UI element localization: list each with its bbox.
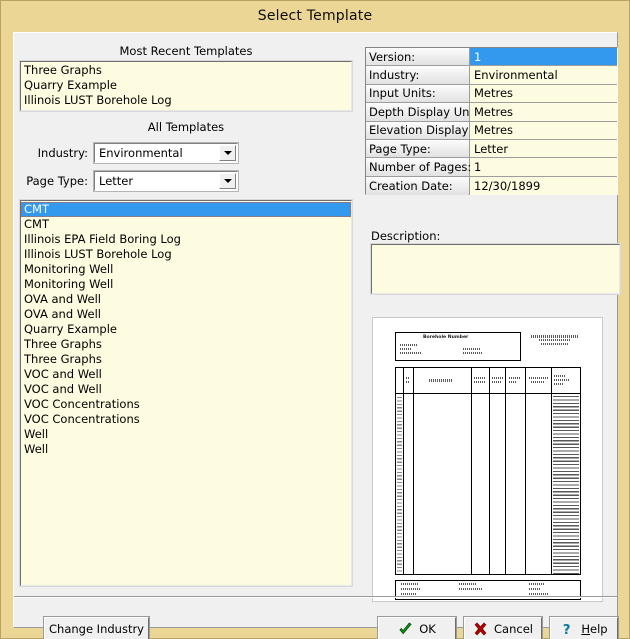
chevron-down-icon[interactable] bbox=[219, 173, 236, 189]
window-title: Select Template bbox=[258, 8, 373, 24]
property-row[interactable]: Depth Display Units:Metres bbox=[366, 103, 617, 121]
property-name: Version: bbox=[366, 48, 470, 66]
page-type-label: Page Type: bbox=[20, 174, 94, 188]
list-item[interactable]: Three Graphs bbox=[23, 63, 351, 78]
description-textarea[interactable] bbox=[371, 244, 620, 294]
property-name: Number of Pages: bbox=[366, 158, 470, 176]
page-type-selected-value: Letter bbox=[95, 174, 219, 188]
property-name: Elevation Display Units: bbox=[366, 122, 470, 140]
list-item[interactable]: Monitoring Well bbox=[21, 277, 351, 292]
property-value[interactable]: Environmental bbox=[470, 66, 617, 84]
help-button[interactable]: ? Help bbox=[550, 617, 618, 639]
templates-list[interactable]: CMTCMTIllinois EPA Field Boring LogIllin… bbox=[20, 200, 352, 586]
list-item[interactable]: CMT bbox=[21, 202, 351, 217]
most-recent-templates-list[interactable]: Three Graphs Quarry Example Illinois LUS… bbox=[20, 61, 352, 111]
property-row[interactable]: Version:1 bbox=[366, 48, 617, 66]
list-item[interactable]: Well bbox=[21, 427, 351, 442]
list-item[interactable]: Illinois LUST Borehole Log bbox=[21, 247, 351, 262]
template-preview: Borehole Number bbox=[372, 317, 603, 602]
change-industry-button[interactable]: Change Industry bbox=[44, 617, 149, 639]
cancel-button[interactable]: Cancel bbox=[464, 617, 542, 639]
list-item[interactable]: Illinois EPA Field Boring Log bbox=[21, 232, 351, 247]
title-bar: Select Template bbox=[1, 1, 629, 31]
change-industry-label: Change Industry bbox=[49, 622, 144, 636]
list-item[interactable]: Quarry Example bbox=[21, 322, 351, 337]
property-name: Creation Date: bbox=[366, 177, 470, 195]
list-item[interactable]: OVA and Well bbox=[21, 307, 351, 322]
property-row[interactable]: Industry:Environmental bbox=[366, 66, 617, 84]
page-type-filter-row: Page Type: Letter bbox=[20, 171, 238, 191]
property-row[interactable]: Number of Pages:1 bbox=[366, 158, 617, 176]
property-row[interactable]: Elevation Display Units:Metres bbox=[366, 122, 617, 140]
industry-selected-value: Environmental bbox=[95, 146, 219, 160]
list-item[interactable]: Three Graphs bbox=[21, 337, 351, 352]
divider bbox=[14, 596, 617, 598]
property-value[interactable]: Metres bbox=[470, 103, 617, 121]
industry-select[interactable]: Environmental bbox=[94, 143, 238, 163]
dialog-body: Most Recent Templates Three Graphs Quarr… bbox=[13, 32, 618, 628]
dialog-window: Select Template Most Recent Templates Th… bbox=[0, 0, 630, 639]
description-label: Description: bbox=[371, 229, 440, 243]
help-rest: elp bbox=[590, 622, 608, 636]
property-name: Industry: bbox=[366, 66, 470, 84]
cancel-label: Cancel bbox=[494, 622, 533, 636]
list-item[interactable]: Three Graphs bbox=[21, 352, 351, 367]
list-item[interactable]: VOC and Well bbox=[21, 382, 351, 397]
property-row[interactable]: Page Type:Letter bbox=[366, 140, 617, 158]
preview-page: Borehole Number bbox=[381, 323, 596, 598]
list-item[interactable]: CMT bbox=[21, 217, 351, 232]
property-name: Page Type: bbox=[366, 140, 470, 158]
property-row[interactable]: Input Units:Metres bbox=[366, 85, 617, 103]
page-type-select[interactable]: Letter bbox=[94, 171, 238, 191]
check-icon bbox=[398, 622, 413, 637]
property-row[interactable]: Creation Date:12/30/1899 bbox=[366, 177, 617, 195]
svg-text:?: ? bbox=[563, 623, 571, 637]
template-properties-grid[interactable]: Version:1Industry:EnvironmentalInput Uni… bbox=[365, 47, 618, 195]
question-mark-icon: ? bbox=[560, 622, 575, 637]
list-item[interactable]: OVA and Well bbox=[21, 292, 351, 307]
help-mnemonic: H bbox=[581, 622, 590, 636]
help-label: Help bbox=[581, 622, 607, 636]
industry-filter-row: Industry: Environmental bbox=[20, 143, 238, 163]
ok-label: OK bbox=[419, 622, 436, 636]
property-value[interactable]: 1 bbox=[470, 48, 617, 66]
list-item[interactable]: VOC Concentrations bbox=[21, 412, 351, 427]
list-item[interactable]: VOC Concentrations bbox=[21, 397, 351, 412]
property-name: Input Units: bbox=[366, 85, 470, 103]
list-item[interactable]: Illinois LUST Borehole Log bbox=[23, 93, 351, 108]
list-item[interactable]: Monitoring Well bbox=[21, 262, 351, 277]
chevron-down-icon[interactable] bbox=[219, 145, 236, 161]
most-recent-templates-label: Most Recent Templates bbox=[20, 44, 352, 58]
list-item[interactable]: Quarry Example bbox=[23, 78, 351, 93]
list-item[interactable]: VOC and Well bbox=[21, 367, 351, 382]
property-name: Depth Display Units: bbox=[366, 103, 470, 121]
all-templates-label: All Templates bbox=[20, 120, 352, 134]
property-value[interactable]: Metres bbox=[470, 85, 617, 103]
ok-button[interactable]: OK bbox=[378, 617, 456, 639]
close-icon bbox=[473, 622, 488, 637]
industry-label: Industry: bbox=[20, 146, 94, 160]
property-value[interactable]: Metres bbox=[470, 122, 617, 140]
preview-description-column bbox=[553, 396, 579, 574]
property-value[interactable]: 12/30/1899 bbox=[470, 177, 617, 195]
list-item[interactable]: Well bbox=[21, 442, 351, 457]
property-value[interactable]: 1 bbox=[470, 158, 617, 176]
property-value[interactable]: Letter bbox=[470, 140, 617, 158]
preview-title: Borehole Number bbox=[423, 335, 468, 340]
